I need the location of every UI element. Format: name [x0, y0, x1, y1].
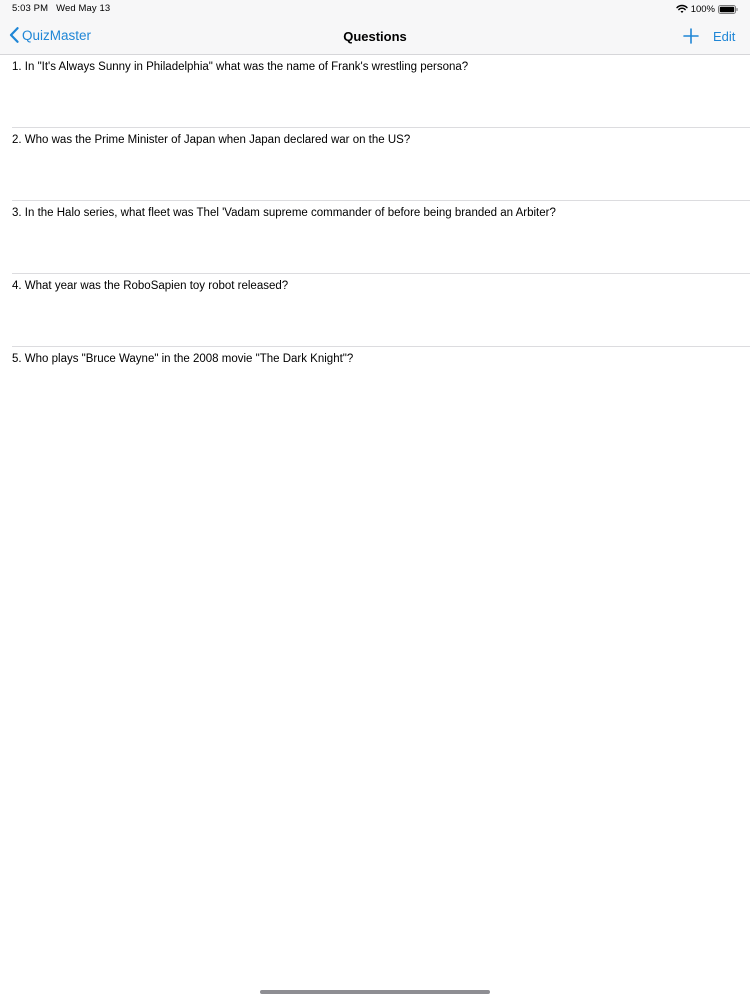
question-text: 5. Who plays "Bruce Wayne" in the 2008 m… — [12, 353, 354, 365]
home-indicator[interactable] — [260, 990, 490, 994]
question-text: 1. In "It's Always Sunny in Philadelphia… — [12, 61, 469, 73]
page-title: Questions — [343, 29, 407, 44]
question-text: 4. What year was the RoboSapien toy robo… — [12, 280, 289, 292]
question-text: 3. In the Halo series, what fleet was Th… — [12, 207, 556, 219]
question-row-5[interactable]: 5. Who plays "Bruce Wayne" in the 2008 m… — [0, 347, 750, 420]
status-time: 5:03 PM — [12, 3, 49, 14]
battery-icon — [718, 4, 738, 14]
wifi-icon — [675, 4, 688, 13]
question-row-1[interactable]: 1. In "It's Always Sunny in Philadelphia… — [0, 55, 750, 128]
question-row-4[interactable]: 4. What year was the RoboSapien toy robo… — [0, 274, 750, 347]
navigation-bar: QuizMaster Questions Edit — [0, 18, 750, 55]
question-row-2[interactable]: 2. Who was the Prime Minister of Japan w… — [0, 128, 750, 201]
question-list: 1. In "It's Always Sunny in Philadelphia… — [0, 55, 750, 420]
question-text: 2. Who was the Prime Minister of Japan w… — [12, 134, 411, 146]
status-bar: 5:03 PM Wed May 13 100% — [0, 0, 750, 18]
edit-button[interactable]: Edit — [713, 29, 735, 44]
battery-percent: 100% — [690, 3, 715, 15]
status-left: 5:03 PM Wed May 13 — [12, 3, 110, 14]
status-right: 100% — [675, 2, 738, 16]
question-row-3[interactable]: 3. In the Halo series, what fleet was Th… — [0, 201, 750, 274]
plus-icon[interactable] — [683, 28, 699, 44]
status-date: Wed May 13 — [56, 3, 111, 14]
